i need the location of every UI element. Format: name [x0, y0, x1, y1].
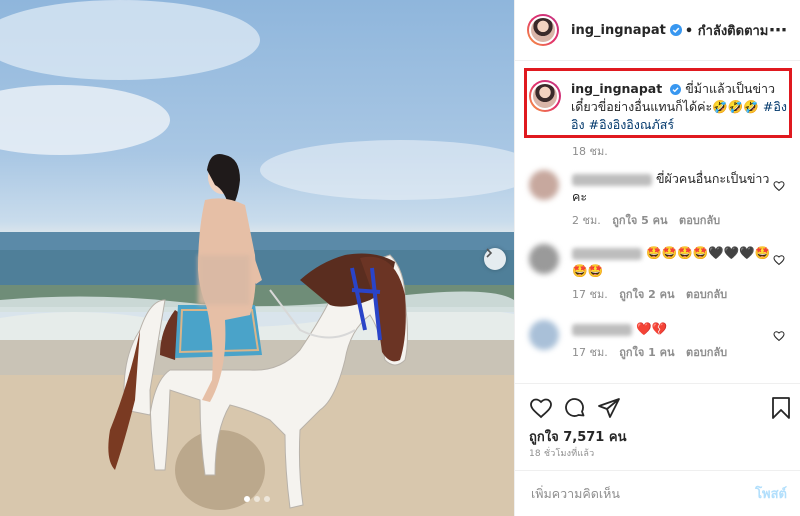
- post-comment-button[interactable]: โพสต์: [755, 483, 787, 504]
- reply-button[interactable]: ตอบกลับ: [679, 214, 720, 227]
- comment-username-blurred[interactable]: [572, 247, 642, 260]
- verified-badge-icon: [670, 84, 682, 95]
- comment-text: ❤️💔: [635, 321, 668, 336]
- comment-username-blurred[interactable]: [572, 173, 652, 186]
- post-side-panel: ing_ingnapat • กำลังติดตาม ⋯ ing_ingnapa…: [514, 0, 800, 516]
- author-username[interactable]: ing_ingnapat: [571, 23, 666, 38]
- beach-horse-image: [0, 0, 514, 516]
- comment-likes[interactable]: ถูกใจ 5 คน: [612, 214, 667, 227]
- comment-input[interactable]: [529, 485, 756, 502]
- following-status[interactable]: • กำลังติดตาม: [685, 20, 769, 41]
- heart-icon[interactable]: [773, 254, 785, 266]
- comment-time: 2 ชม.: [572, 214, 601, 227]
- hashtag-link[interactable]: #อิงอิงอิงณภัสร์: [589, 117, 675, 132]
- comment-item: 🤩🤩🤩🤩🖤🖤🖤🤩🤩🤩 17 ชม. ถูกใจ 2 คน ตอบกลับ: [529, 244, 791, 304]
- comment-item: ขี่ผัวคนอื่นกะเป็นข่าวคะ 2 ชม. ถูกใจ 5 ค…: [529, 170, 791, 230]
- comment-likes[interactable]: ถูกใจ 1 คน: [619, 346, 674, 359]
- comment-icon[interactable]: [563, 396, 587, 420]
- chevron-right-icon: [486, 248, 493, 258]
- more-options-icon[interactable]: ⋯: [769, 20, 788, 41]
- avatar[interactable]: [527, 14, 559, 46]
- carousel-dot: [264, 496, 270, 502]
- bookmark-icon[interactable]: [771, 396, 791, 420]
- likes-count[interactable]: ถูกใจ 7,571 คน: [529, 426, 626, 447]
- verified-badge-icon: [669, 24, 682, 36]
- share-icon[interactable]: [597, 396, 621, 420]
- avatar[interactable]: [529, 80, 561, 112]
- comment-time: 17 ชม.: [572, 288, 608, 301]
- comment-time: 17 ชม.: [572, 346, 608, 359]
- avatar[interactable]: [529, 244, 559, 274]
- avatar[interactable]: [529, 170, 559, 200]
- post-header: ing_ingnapat • กำลังติดตาม ⋯: [515, 0, 800, 61]
- comment-likes[interactable]: ถูกใจ 2 คน: [619, 288, 674, 301]
- heart-icon[interactable]: [773, 180, 785, 192]
- next-slide-button[interactable]: [484, 248, 506, 270]
- carousel-dots: [244, 496, 270, 502]
- comment-username-blurred[interactable]: [572, 323, 632, 336]
- caption-text: ing_ingnapat ขี่ม้าแล้วเป็นข่าว เดี๋ยวขี…: [571, 80, 789, 134]
- post-caption: ing_ingnapat ขี่ม้าแล้วเป็นข่าว เดี๋ยวขี…: [529, 80, 789, 134]
- reply-button[interactable]: ตอบกลับ: [686, 346, 727, 359]
- reply-button[interactable]: ตอบกลับ: [686, 288, 727, 301]
- avatar[interactable]: [529, 320, 559, 350]
- comment-composer: โพสต์: [515, 470, 800, 516]
- post-timestamp: 18 ชั่วโมงที่แล้ว: [529, 449, 595, 459]
- caption-time: 18 ชม.: [572, 145, 608, 158]
- comment-item: ❤️💔 17 ชม. ถูกใจ 1 คน ตอบกลับ: [529, 320, 791, 362]
- carousel-dot-active: [244, 496, 250, 502]
- post-photo[interactable]: [0, 0, 514, 516]
- caption-username[interactable]: ing_ingnapat: [571, 81, 662, 96]
- like-heart-icon[interactable]: [529, 396, 553, 420]
- heart-icon[interactable]: [773, 330, 785, 342]
- carousel-dot: [254, 496, 260, 502]
